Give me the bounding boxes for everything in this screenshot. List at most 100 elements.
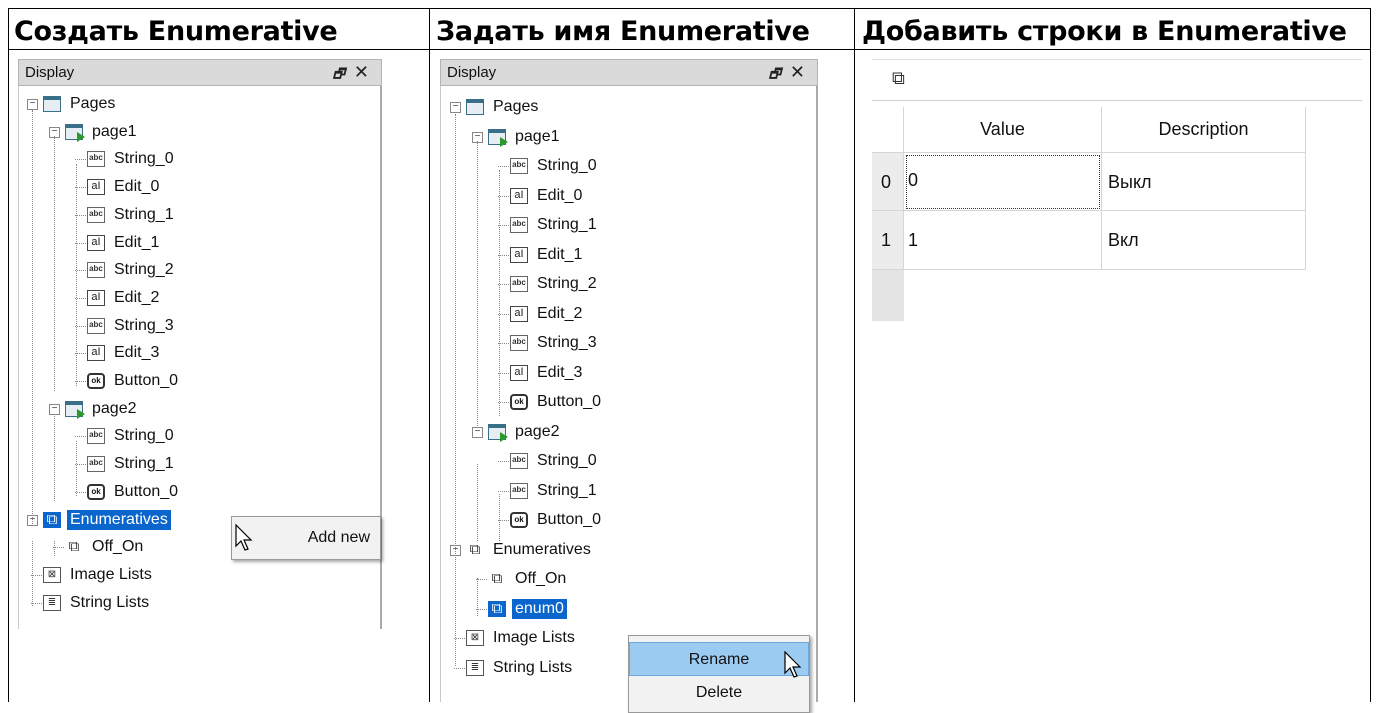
tree-node-label: String_2 <box>114 261 174 279</box>
string-list-icon: ≣ <box>466 659 484 676</box>
tree-node-label: page2 <box>515 422 560 440</box>
tree-connector <box>54 416 55 501</box>
tree-node-label: Button_0 <box>537 511 602 528</box>
abc-icon: abc <box>510 158 528 174</box>
enumerative-icon: ⧉ <box>469 540 481 558</box>
abc-icon: abc <box>510 482 528 499</box>
close-icon[interactable]: ✕ <box>790 62 805 83</box>
abc-icon: abc <box>87 262 105 279</box>
edit-field-icon: aI <box>510 364 528 381</box>
page-icon <box>488 128 508 147</box>
value-cell[interactable]: 0 <box>904 153 1102 211</box>
tree-connector <box>498 166 509 167</box>
tree-connector <box>75 159 86 161</box>
tree-node-label: Off_On <box>92 538 144 556</box>
tree-connector <box>76 441 77 496</box>
context-menu: Rename Delete <box>628 635 810 713</box>
tree-connector <box>477 578 478 616</box>
tree-node-label: String_3 <box>537 334 597 351</box>
pages-icon <box>466 99 484 115</box>
tree-node-label: Pages <box>70 95 116 112</box>
tree-connector <box>477 141 478 426</box>
tree-node-label: String_1 <box>114 455 174 473</box>
tree-node-label: String Lists <box>70 593 150 611</box>
tree-node-label: Edit_0 <box>114 178 160 196</box>
project-tree: Pages − page1− abc String_0 aI Edit_0 abc String… <box>440 86 818 713</box>
column-header-description[interactable]: Description <box>1102 107 1306 153</box>
tree-connector <box>499 170 500 416</box>
collapse-icon[interactable]: − <box>27 99 38 110</box>
edit-field-icon: aI <box>510 305 528 322</box>
tree-connector <box>477 464 478 541</box>
context-menu-item[interactable]: Rename <box>629 642 809 676</box>
description-cell[interactable]: Вкл <box>1102 211 1306 270</box>
tree-node-label: Image Lists <box>493 629 575 646</box>
button-icon: ok <box>87 483 105 500</box>
tree-connector <box>75 436 86 438</box>
column-header: Создать Enumerative <box>14 16 338 47</box>
close-icon[interactable]: ✕ <box>354 62 369 83</box>
column-header: Добавить строки в Enumerative <box>862 16 1347 47</box>
tree-node-label: page1 <box>515 127 560 145</box>
tree-connector <box>499 494 500 541</box>
grid-corner <box>872 107 904 153</box>
table-right-border <box>1370 8 1371 702</box>
grid-empty-row-header <box>872 270 904 321</box>
tree-node-label: Enumeratives <box>67 509 171 530</box>
abc-icon: abc <box>510 276 528 292</box>
tree-connector <box>454 667 465 669</box>
collapse-icon[interactable]: − <box>472 426 483 438</box>
tree-node-label: String_0 <box>537 452 597 469</box>
image-list-icon: ⊠ <box>43 566 61 583</box>
column-divider <box>429 8 430 702</box>
tree-connector <box>76 164 77 386</box>
display-panel: Display 🗗 ✕ Pages − page1 − abc String_0 aI Edi… <box>18 59 382 629</box>
abc-icon: abc <box>87 428 105 445</box>
edit-field-icon: aI <box>87 179 105 196</box>
column-header: Задать имя Enumerative <box>436 16 810 47</box>
abc-icon: abc <box>510 217 528 233</box>
panel-title: Display <box>447 64 497 81</box>
column-divider <box>854 8 855 702</box>
context-menu-item[interactable]: Delete <box>629 676 809 710</box>
tree-node-label: String_1 <box>537 216 597 233</box>
tree-node-label: String_0 <box>114 427 174 445</box>
button-icon: ok <box>510 394 528 410</box>
description-cell[interactable]: Выкл <box>1102 153 1306 211</box>
pages-icon <box>43 96 61 112</box>
enumerative-icon: ⧉ <box>488 600 506 617</box>
mouse-cursor-icon <box>235 524 253 551</box>
collapse-icon[interactable]: − <box>450 102 461 113</box>
collapse-icon[interactable]: − <box>49 403 60 415</box>
edit-field-icon: aI <box>510 187 528 204</box>
row-index: 1 <box>872 211 904 270</box>
tree-node-label: String_1 <box>537 481 597 499</box>
tree-connector <box>455 114 456 666</box>
enumerative-icon: ⧉ <box>43 511 61 528</box>
tree-node-label: page2 <box>92 399 137 417</box>
panel-titlebar: Display 🗗 ✕ <box>440 59 818 86</box>
abc-icon: abc <box>87 206 105 223</box>
tree-connector <box>32 541 33 606</box>
enum-toolbar: ⧉ <box>872 59 1362 101</box>
value-cell[interactable]: 1 <box>904 211 1102 270</box>
tree-node-label: enum0 <box>512 598 567 619</box>
float-icon[interactable]: 🗗 <box>769 65 781 87</box>
panel-title: Display <box>25 64 75 81</box>
row-index: 0 <box>872 153 904 211</box>
tree-node-label: Off_On <box>515 570 567 587</box>
column-header-value[interactable]: Value <box>904 107 1102 153</box>
tree-node-label: Edit_3 <box>537 363 583 381</box>
table-top-border <box>8 8 1371 9</box>
tree-node-label: Button_0 <box>114 482 179 500</box>
panel-titlebar: Display 🗗 ✕ <box>18 59 382 86</box>
display-panel: Display 🗗 ✕ Pages − page1 − abc String_0 aI Edi… <box>440 59 818 713</box>
tree-node-label: Edit_3 <box>114 344 160 362</box>
tree-node-label: Button_0 <box>114 372 179 389</box>
abc-icon: abc <box>510 453 528 469</box>
page-icon <box>65 400 85 419</box>
enum-toolbar-icon[interactable]: ⧉ <box>892 68 905 89</box>
page-icon <box>65 123 85 142</box>
tree-connector <box>32 110 33 526</box>
float-icon[interactable]: 🗗 <box>333 65 345 87</box>
